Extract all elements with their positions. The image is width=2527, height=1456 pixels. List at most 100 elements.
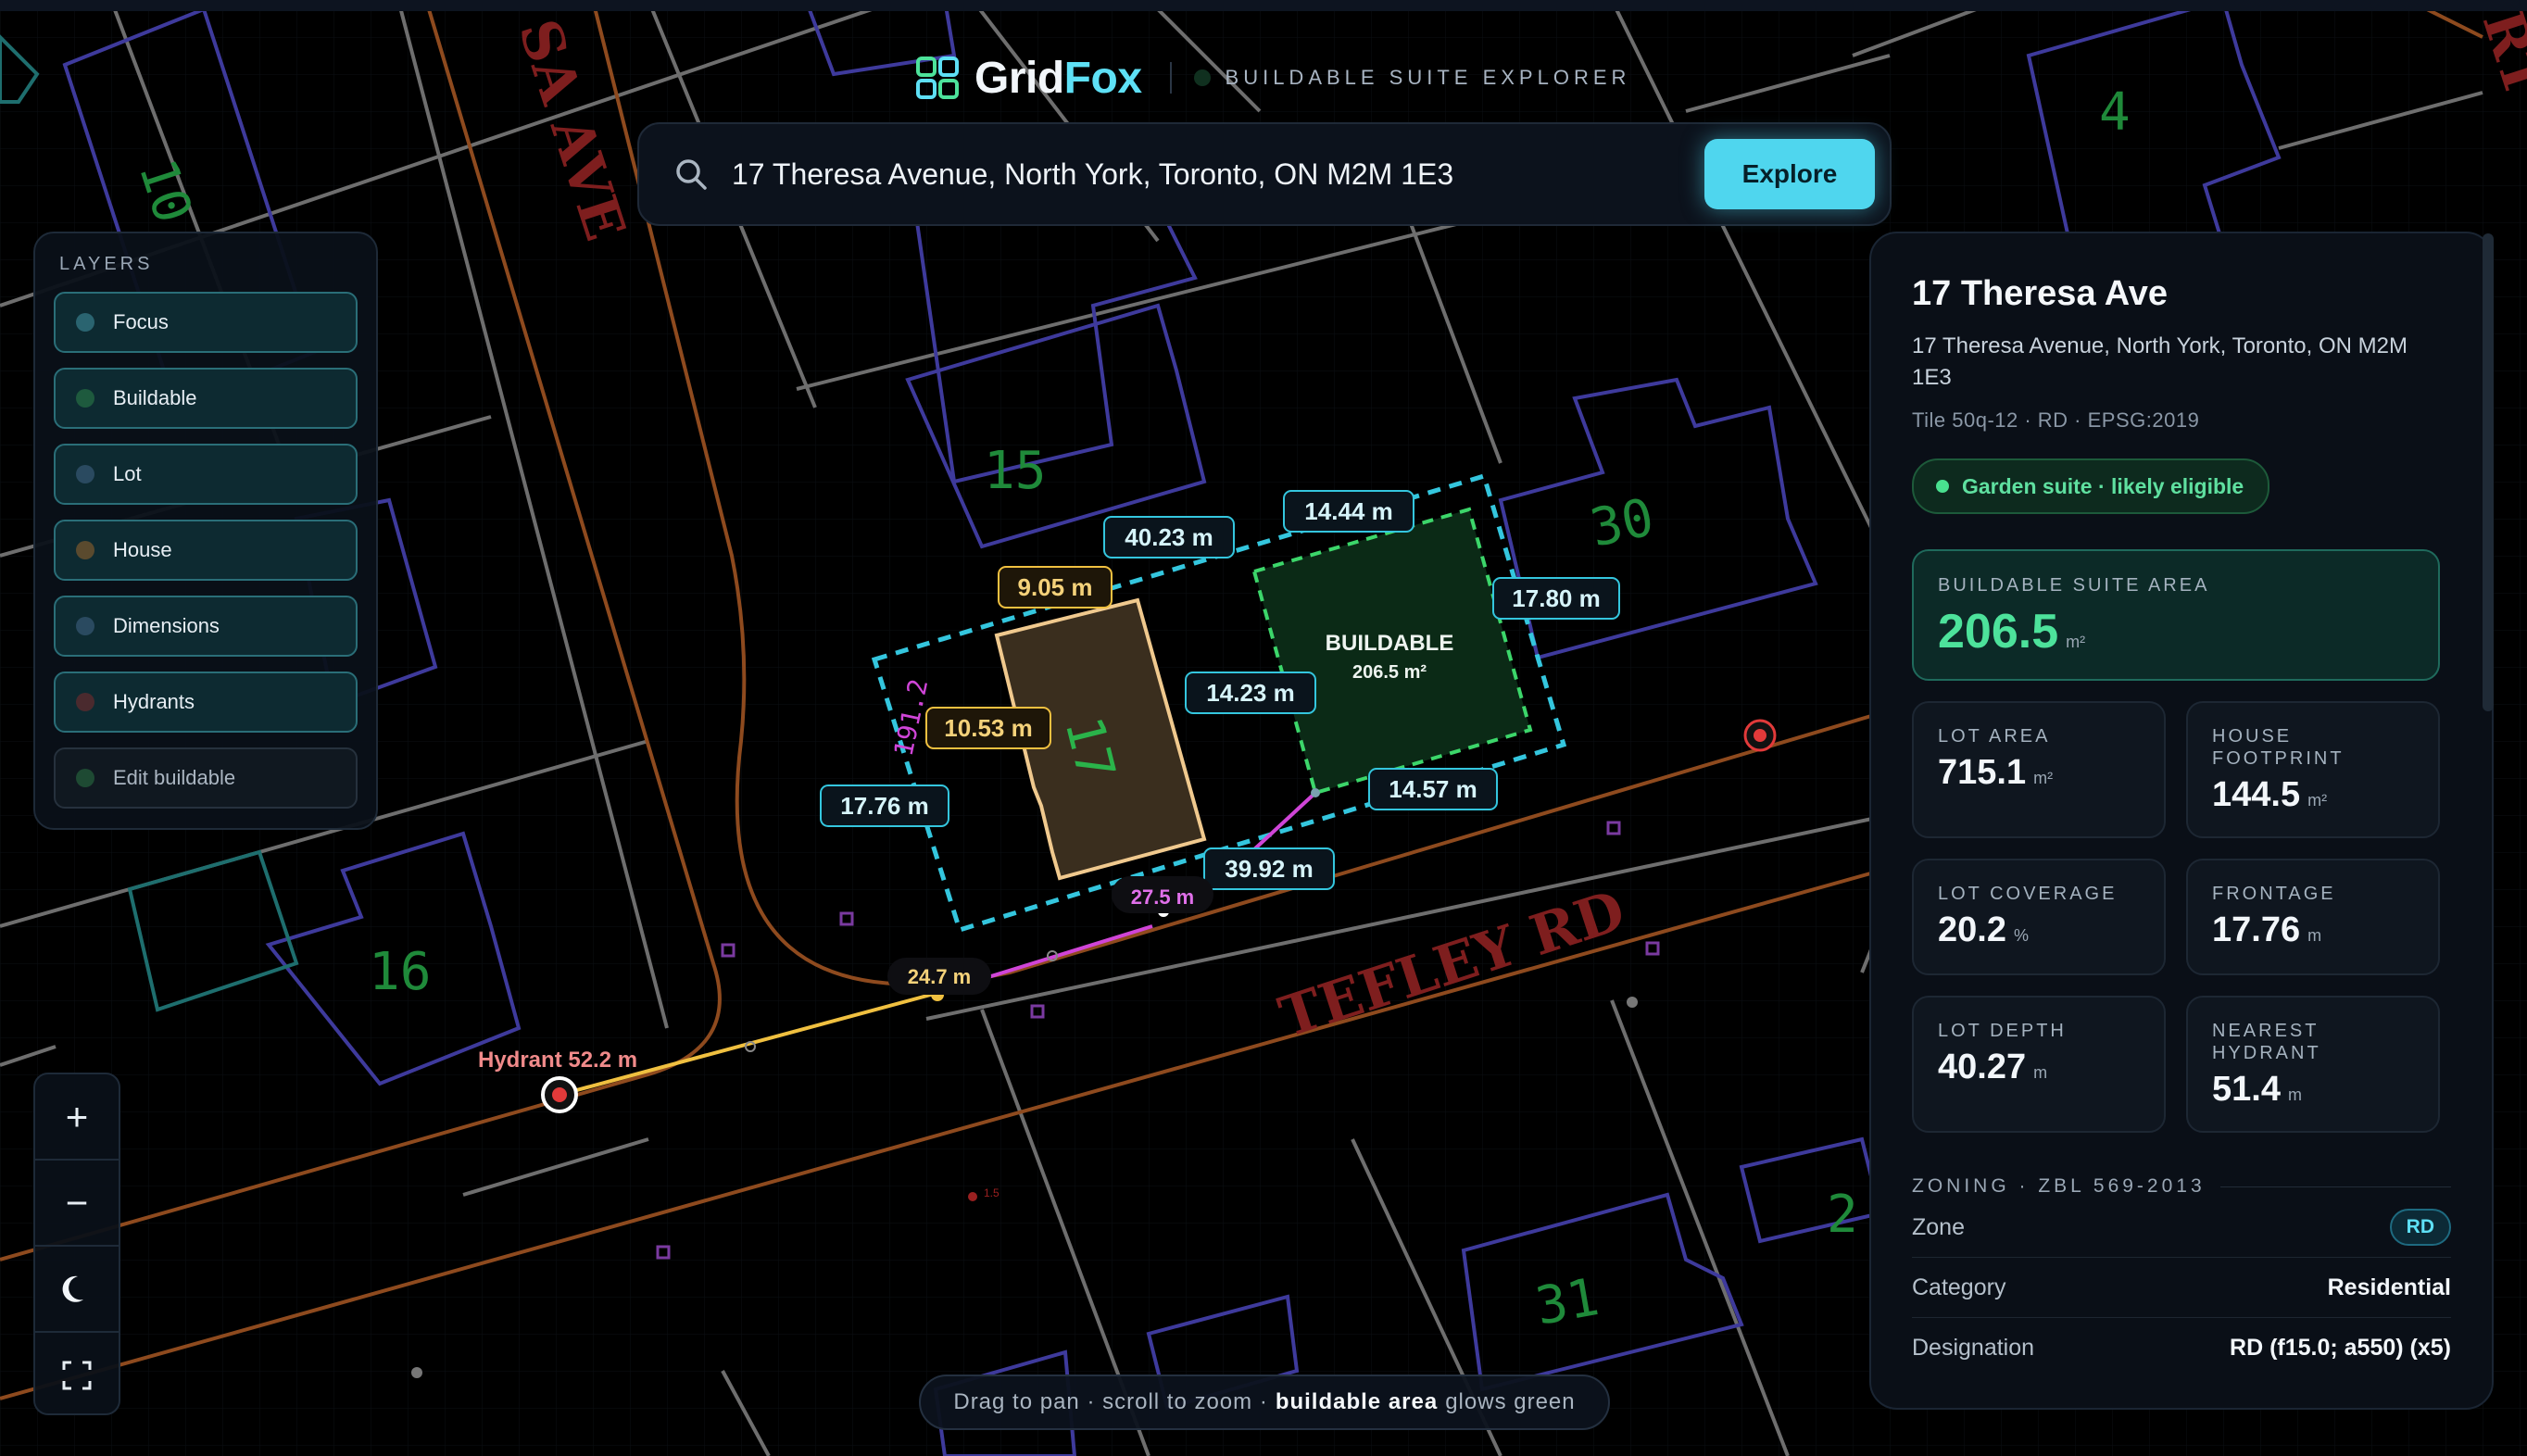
svg-text:24.7 m: 24.7 m (908, 965, 972, 988)
dim-39-92: 39.92 m (1203, 847, 1335, 890)
lot-number-31: 31 (1531, 1267, 1603, 1337)
zoning-row-zone: Zone RD (1912, 1198, 2451, 1258)
card-label: HOUSE FOOTPRINT (2212, 726, 2345, 769)
toggle-dot-icon (76, 465, 94, 483)
buildable-area-label: 206.5 m² (1352, 662, 1427, 683)
svg-text:27.5 m: 27.5 m (1131, 885, 1195, 909)
property-title: 17 Theresa Ave (1912, 274, 2169, 313)
dim-17-80: 17.80 m (1492, 577, 1620, 620)
buildable-area-card: BUILDABLE SUITE AREA 206.5 m² (1912, 549, 2440, 681)
stat-nearest-hydrant: NEAREST HYDRANT 51.4 m (2186, 996, 2440, 1133)
dim-14-23: 14.23 m (1185, 672, 1316, 714)
hydrant-label: Hydrant 52.2 m (478, 1048, 637, 1073)
svg-text:10.53 m: 10.53 m (944, 714, 1032, 742)
stat-value: 144.5 m² (2212, 775, 2328, 814)
search-bar: Explore (637, 122, 1892, 226)
hint-text-end: glows green (1445, 1389, 1576, 1414)
svg-text:40.23 m: 40.23 m (1125, 523, 1213, 551)
brand-name: GridFox (974, 53, 1142, 103)
property-panel: 17 Theresa Ave 17 Theresa Avenue, North … (1869, 232, 2494, 1410)
toggle-dot-icon (76, 617, 94, 635)
eligibility-text: Garden suite · likely eligible (1962, 473, 2244, 498)
layer-toggle-dimensions[interactable]: Dimensions (54, 596, 358, 657)
zoning-table: Zone RD Category Residential Designation… (1912, 1198, 2451, 1377)
toggle-dot-icon (76, 693, 94, 711)
buildable-area-value: 206.5 m² (1938, 605, 2086, 659)
small-map-label: 1.5 (984, 1186, 999, 1199)
svg-text:14.44 m: 14.44 m (1304, 497, 1392, 525)
explore-button[interactable]: Explore (1704, 139, 1875, 209)
layer-label: Buildable (113, 386, 197, 409)
dim-9-05: 9.05 m (998, 566, 1113, 609)
toggle-dot-icon (76, 769, 94, 787)
stat-value: 20.2% (1938, 910, 2029, 949)
brand-subtitle: BUILDABLE SUITE EXPLORER (1225, 66, 1631, 89)
layer-toggle-focus[interactable]: Focus (54, 292, 358, 353)
search-icon (676, 159, 707, 190)
stat-value: 715.1 m² (1938, 753, 2054, 792)
zoning-key: Category (1912, 1274, 2006, 1300)
lot-number-15: 15 (984, 441, 1046, 501)
dim-40-23: 40.23 m (1103, 516, 1235, 559)
property-tile-info: Tile 50q-12 · RD · EPSG:2019 (1912, 408, 2200, 432)
card-label: FRONTAGE (2212, 884, 2336, 904)
stat-lot-area: LOT AREA 715.1 m² (1912, 701, 2166, 838)
zoom-in-button[interactable]: + (35, 1074, 119, 1161)
stat-value: 51.4 m (2212, 1070, 2302, 1109)
status-dot-icon (1936, 480, 1949, 493)
dim-17-76: 17.76 m (820, 784, 949, 827)
svg-text:17.76 m: 17.76 m (840, 792, 928, 820)
lot-number-16: 16 (369, 942, 431, 1002)
layer-label: Hydrants (113, 690, 195, 713)
dim-10-53: 10.53 m (925, 707, 1051, 749)
dim-27-5: 27.5 m (1112, 876, 1213, 913)
stat-value: 40.27 m (1938, 1048, 2048, 1086)
card-label: BUILDABLE SUITE AREA (1938, 575, 2210, 596)
toggle-dot-icon (76, 313, 94, 332)
map-controls: + − (33, 1073, 120, 1415)
lot-number-30: 30 (1585, 487, 1658, 559)
layer-label: House (113, 538, 172, 561)
layer-label: Lot (113, 462, 142, 485)
fullscreen-button[interactable] (35, 1333, 119, 1413)
status-dot-icon (1193, 69, 1211, 86)
theme-toggle-button[interactable] (35, 1247, 119, 1333)
layer-toggle-house[interactable]: House (54, 520, 358, 581)
svg-text:39.92 m: 39.92 m (1225, 855, 1313, 883)
layer-label: Edit buildable (113, 766, 236, 789)
stats-grid: LOT AREA 715.1 m² HOUSE FOOTPRINT 144.5 m²… (1912, 701, 2451, 1133)
panel-scrollbar[interactable] (2483, 233, 2494, 711)
grid-logo-icon (916, 56, 959, 99)
card-label: LOT AREA (1938, 726, 2051, 747)
svg-text:9.05 m: 9.05 m (1018, 573, 1093, 601)
layer-toggle-hydrants[interactable]: Hydrants (54, 672, 358, 733)
top-edge (0, 0, 2527, 11)
svg-text:17.80 m: 17.80 m (1512, 584, 1600, 612)
buildable-title: BUILDABLE (1326, 631, 1454, 656)
layer-toggle-lot[interactable]: Lot (54, 444, 358, 505)
eligibility-badge: Garden suite · likely eligible (1912, 458, 2270, 514)
layers-title: LAYERS (59, 254, 154, 274)
layers-panel: LAYERS Focus Buildable Lot House Dimensi… (33, 232, 378, 830)
dim-14-57: 14.57 m (1368, 768, 1498, 810)
layer-toggle-edit-buildable[interactable]: Edit buildable (54, 747, 358, 809)
zoning-key: Zone (1912, 1213, 1965, 1240)
card-label: LOT COVERAGE (1938, 884, 2118, 904)
zoning-row-designation: Designation RD (f15.0; a550) (x5) (1912, 1318, 2451, 1377)
search-input[interactable] (730, 156, 1704, 193)
fullscreen-icon (62, 1361, 92, 1389)
toggle-dot-icon (76, 541, 94, 559)
layer-toggle-buildable[interactable]: Buildable (54, 368, 358, 429)
brand-separator (1169, 62, 1172, 94)
stat-frontage: FRONTAGE 17.76 m (2186, 859, 2440, 975)
stat-value: 17.76 m (2212, 910, 2322, 949)
zone-chip: RD (2389, 1209, 2451, 1246)
moon-icon (62, 1275, 83, 1302)
zoom-out-button[interactable]: − (35, 1161, 119, 1247)
svg-text:14.23 m: 14.23 m (1206, 679, 1294, 707)
property-address: 17 Theresa Avenue, North York, Toronto, … (1912, 333, 2408, 390)
card-label: NEAREST HYDRANT (2212, 1021, 2321, 1063)
card-label: LOT DEPTH (1938, 1021, 2067, 1041)
brand: GridFox BUILDABLE SUITE EXPLORER (915, 48, 1630, 107)
zoning-key: Designation (1912, 1334, 2035, 1361)
